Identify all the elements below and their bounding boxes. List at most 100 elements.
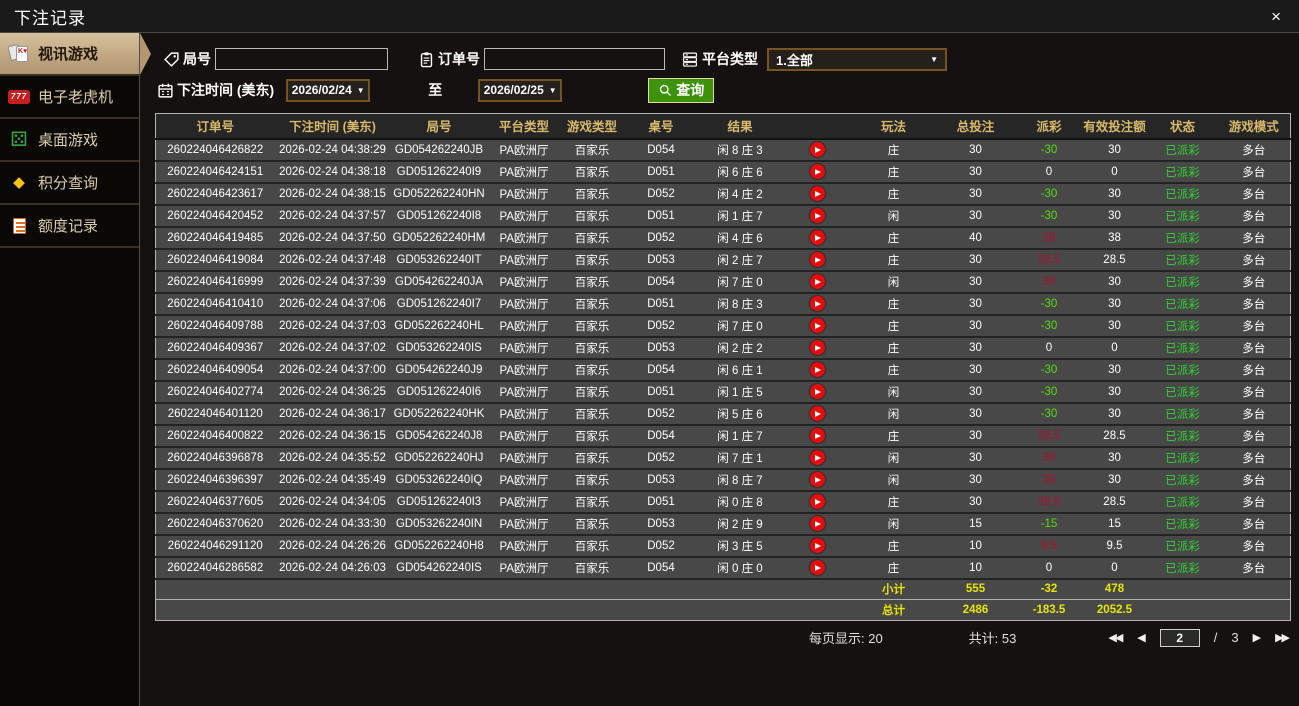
table-no-cell: D054 xyxy=(623,358,699,382)
sidebar-item-slots[interactable]: 777 电子老虎机 xyxy=(0,76,139,119)
replay-video-icon[interactable] xyxy=(809,230,825,245)
round-no-cell: GD052262240HK xyxy=(390,402,488,426)
sidebar-item-quota-records[interactable]: 额度记录 xyxy=(0,205,139,248)
platform-type-select[interactable]: 1.全部 ▼ xyxy=(767,47,947,71)
play-side-cell: 闲 xyxy=(852,512,935,536)
platform-type-cell: PA欧洲厅 xyxy=(487,292,561,316)
replay-video-icon[interactable] xyxy=(809,164,825,179)
replay-video-icon[interactable] xyxy=(809,472,825,487)
col-replay xyxy=(781,113,853,140)
result-cell: 闲 0 庄 0 xyxy=(698,556,782,580)
calendar-icon xyxy=(157,82,174,99)
payout-cell: -15 xyxy=(1016,512,1082,536)
replay-video-icon[interactable] xyxy=(809,208,825,223)
order-no-input[interactable] xyxy=(484,48,665,70)
prev-page-icon[interactable]: ◀ xyxy=(1137,631,1146,644)
round-no-cell: GD051262240I3 xyxy=(390,490,488,514)
total-bet-cell: 30 xyxy=(934,270,1017,294)
game-type-cell: 百家乐 xyxy=(560,358,624,382)
replay-cell xyxy=(781,468,853,492)
table-no-cell: D052 xyxy=(623,534,699,558)
page-separator: / xyxy=(1213,630,1218,645)
replay-video-icon[interactable] xyxy=(809,186,825,201)
status-cell: 已派彩 xyxy=(1147,226,1218,250)
replay-video-icon[interactable] xyxy=(809,406,825,421)
status-cell: 已派彩 xyxy=(1147,468,1218,492)
round-no-cell: GD053262240IT xyxy=(390,248,488,272)
replay-video-icon[interactable] xyxy=(809,274,825,289)
platform-type-cell: PA欧洲厅 xyxy=(487,468,561,492)
valid-bet-cell: 9.5 xyxy=(1081,534,1148,558)
game-mode-cell: 多台 xyxy=(1217,314,1291,338)
table-row: 260224046370620 2026-02-24 04:33:30 GD0532… xyxy=(155,512,1291,536)
close-icon[interactable]: × xyxy=(1267,6,1285,27)
result-cell: 闲 8 庄 3 xyxy=(698,292,782,316)
replay-video-icon[interactable] xyxy=(809,296,825,311)
replay-video-icon[interactable] xyxy=(809,142,825,157)
replay-cell xyxy=(781,380,853,404)
total-bet-cell: 30 xyxy=(934,314,1017,338)
replay-cell xyxy=(781,204,853,228)
result-cell: 闲 7 庄 0 xyxy=(698,314,782,338)
valid-bet-cell: 30 xyxy=(1081,292,1148,316)
search-button[interactable]: 查询 xyxy=(648,77,715,103)
replay-video-icon[interactable] xyxy=(809,318,825,333)
replay-video-icon[interactable] xyxy=(809,538,825,553)
table-row: 260224046291120 2026-02-24 04:26:26 GD0522… xyxy=(155,534,1291,558)
game-type-cell: 百家乐 xyxy=(560,204,624,228)
replay-cell xyxy=(781,556,853,580)
table-row: 260224046396878 2026-02-24 04:35:52 GD0522… xyxy=(155,446,1291,470)
game-mode-cell: 多台 xyxy=(1217,138,1291,162)
current-page-input[interactable]: 2 xyxy=(1159,628,1200,647)
valid-bet-cell: 0 xyxy=(1081,336,1148,360)
replay-video-icon[interactable] xyxy=(809,428,825,443)
payout-cell: 38 xyxy=(1016,226,1082,250)
play-side-cell: 闲 xyxy=(852,446,935,470)
total-bet-cell: 30 xyxy=(934,182,1017,206)
table-row: 260224046416999 2026-02-24 04:37:39 GD0542… xyxy=(155,270,1291,294)
table-row: 260224046419084 2026-02-24 04:37:48 GD0532… xyxy=(155,248,1291,272)
total-label: 总计 xyxy=(852,599,935,621)
valid-bet-cell: 30 xyxy=(1081,204,1148,228)
first-page-icon[interactable]: ◀◀ xyxy=(1108,631,1123,644)
next-page-icon[interactable]: ▶ xyxy=(1253,631,1262,644)
valid-bet-cell: 15 xyxy=(1081,512,1148,536)
replay-video-icon[interactable] xyxy=(809,494,825,509)
replay-video-icon[interactable] xyxy=(809,340,825,355)
status-cell: 已派彩 xyxy=(1147,358,1218,382)
replay-video-icon[interactable] xyxy=(809,384,825,399)
result-cell: 闲 7 庄 0 xyxy=(698,270,782,294)
game-mode-cell: 多台 xyxy=(1217,270,1291,294)
status-cell: 已派彩 xyxy=(1147,402,1218,426)
valid-bet-cell: 30 xyxy=(1081,402,1148,426)
payout-cell: 0 xyxy=(1016,556,1082,580)
replay-video-icon[interactable] xyxy=(809,516,825,531)
col-game-type: 游戏类型 xyxy=(560,113,624,140)
bet-time-cell: 2026-02-24 04:37:03 xyxy=(274,314,391,338)
table-row: 260224046286582 2026-02-24 04:26:03 GD0542… xyxy=(155,556,1291,580)
slot-777-icon: 777 xyxy=(8,87,30,107)
replay-video-icon[interactable] xyxy=(809,450,825,465)
game-type-cell: 百家乐 xyxy=(560,182,624,206)
bet-time-cell: 2026-02-24 04:37:48 xyxy=(274,248,391,272)
sidebar-item-video-games[interactable]: K♥ 视讯游戏 xyxy=(0,33,139,76)
bet-time-cell: 2026-02-24 04:34:05 xyxy=(274,490,391,514)
platform-type-cell: PA欧洲厅 xyxy=(487,402,561,426)
date-from-picker[interactable]: 2026/02/24 ▼ xyxy=(286,78,371,102)
last-page-icon[interactable]: ▶▶ xyxy=(1275,631,1290,644)
total-bet-cell: 30 xyxy=(934,160,1017,184)
date-to-picker[interactable]: 2026/02/25 ▼ xyxy=(478,78,563,102)
replay-video-icon[interactable] xyxy=(809,362,825,377)
sidebar-item-points-query[interactable]: ◆ 积分查询 xyxy=(0,162,139,205)
replay-video-icon[interactable] xyxy=(809,252,825,267)
play-side-cell: 庄 xyxy=(852,292,935,316)
order-no-cell: 260224046424151 xyxy=(155,160,275,184)
col-order-no: 订单号 xyxy=(155,113,275,140)
bet-records-table: 订单号 下注时间 (美东) 局号 平台类型 游戏类型 桌号 结果 玩法 总投注 … xyxy=(155,113,1291,621)
sidebar-item-table-games[interactable]: ⚄ 桌面游戏 xyxy=(0,119,139,162)
betting-records-window: 下注记录 × K♥ 视讯游戏 777 电子老虎机 ⚄ 桌面游戏 ◆ 积分查询 额… xyxy=(0,0,1299,706)
bet-time-cell: 2026-02-24 04:38:15 xyxy=(274,182,391,206)
valid-bet-cell: 30 xyxy=(1081,468,1148,492)
replay-video-icon[interactable] xyxy=(809,560,825,575)
round-no-input[interactable] xyxy=(215,48,388,70)
